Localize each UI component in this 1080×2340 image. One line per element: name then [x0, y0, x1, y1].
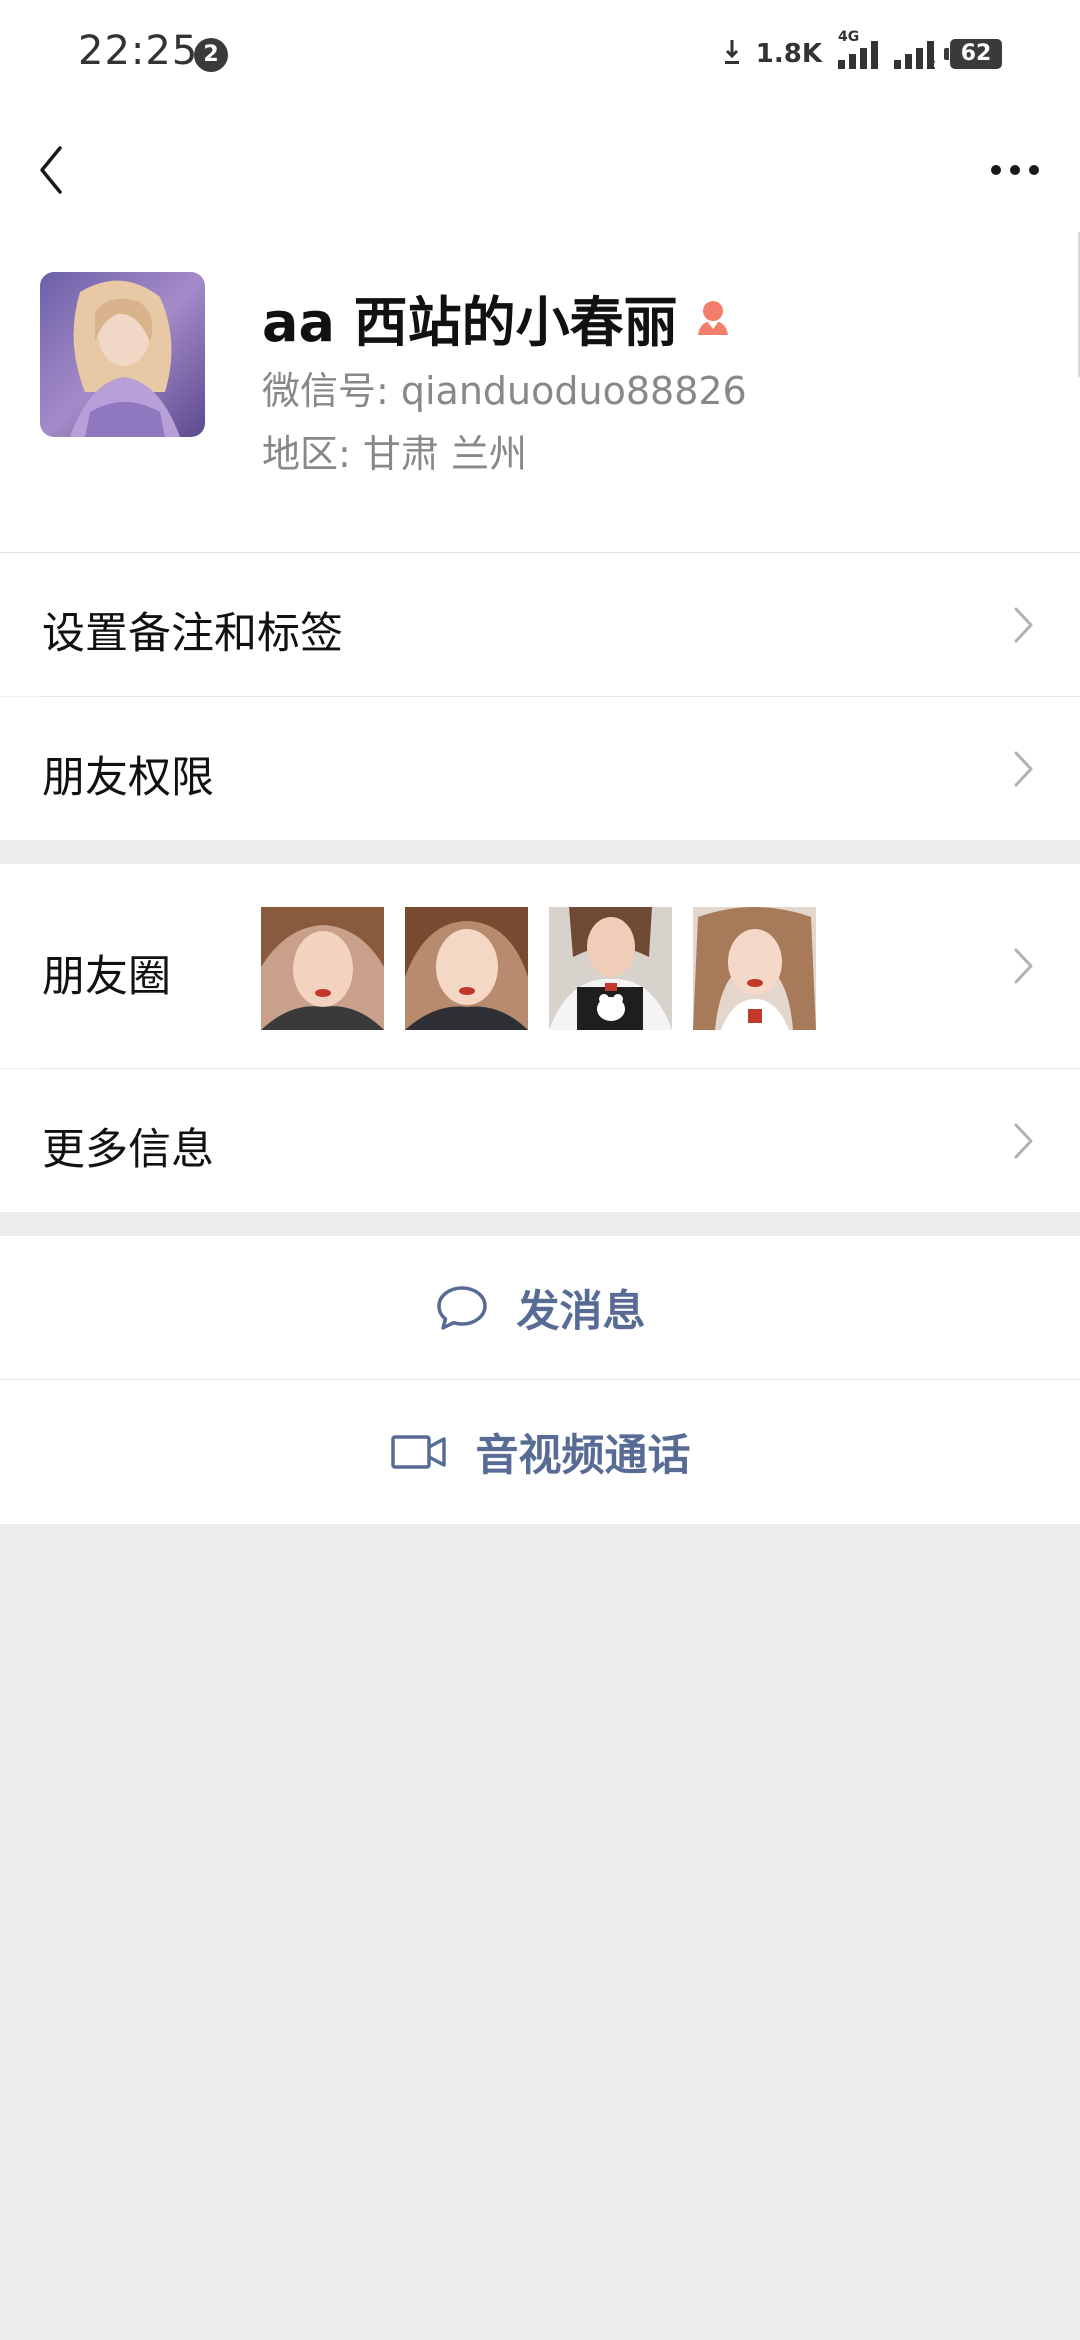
signal-sim2-icon: 2: [894, 39, 936, 73]
video-camera-icon: [390, 1435, 446, 1469]
moments-thumbnails: [261, 907, 816, 1030]
region: 地区: 甘肃 兰州: [262, 432, 527, 476]
notification-badge: 2: [194, 38, 228, 72]
nav-bar: [0, 110, 1080, 230]
send-message-label: 发消息: [516, 1287, 646, 1337]
profile-name-line: aa 西站的小春丽: [262, 278, 734, 357]
chevron-right-icon: [1014, 948, 1033, 984]
network-type: 4G: [838, 29, 860, 45]
female-icon: [697, 300, 728, 335]
remark-tags-label: 设置备注和标签: [42, 609, 343, 659]
more-info-label: 更多信息: [42, 1125, 214, 1175]
moments-thumbnail: [405, 907, 528, 1030]
sim2-label: 2: [926, 57, 936, 73]
more-dots-icon: [991, 165, 1039, 175]
status-indicators: 1.8K 4G 2 62: [724, 29, 1002, 74]
battery-indicator: 62: [944, 39, 1002, 69]
wechat-id: 微信号: qianduoduo88826: [262, 369, 747, 413]
chevron-left-icon: [40, 146, 62, 194]
friend-permissions-row[interactable]: 朋友权限: [0, 697, 1080, 840]
chevron-right-icon: [1014, 751, 1033, 787]
friend-permissions-label: 朋友权限: [42, 753, 214, 803]
avatar[interactable]: [40, 272, 205, 437]
moments-thumbnail: [261, 907, 384, 1030]
moments-row[interactable]: 朋友圈: [0, 864, 1080, 1068]
signal-4g-icon: 4G: [838, 29, 878, 69]
chevron-right-icon: [1014, 607, 1033, 643]
send-message-button[interactable]: 发消息: [0, 1236, 1080, 1380]
moments-thumbnail: [693, 907, 816, 1030]
remark-tags-row[interactable]: 设置备注和标签: [0, 553, 1080, 696]
more-button[interactable]: [980, 140, 1050, 200]
more-info-row[interactable]: 更多信息: [0, 1069, 1080, 1212]
chat-bubble-icon: [436, 1286, 487, 1330]
send-message-content: 发消息: [0, 1236, 1080, 1380]
back-button[interactable]: [30, 140, 90, 200]
moments-label: 朋友圈: [42, 952, 171, 1002]
download-arrow-icon: [724, 38, 740, 70]
status-bar: 22:25 2 1.8K 4G 2 62: [0, 0, 1080, 110]
video-call-content: 音视频通话: [0, 1380, 1080, 1524]
status-time: 22:25: [78, 28, 199, 74]
moments-thumbnail: [549, 907, 672, 1030]
video-call-label: 音视频通话: [475, 1431, 691, 1481]
chevron-right-icon: [1014, 1123, 1033, 1159]
profile-header: aa 西站的小春丽 微信号: qianduoduo88826 地区: 甘肃 兰州: [0, 230, 1080, 553]
video-call-button[interactable]: 音视频通话: [0, 1380, 1080, 1524]
net-speed: 1.8K: [755, 39, 822, 69]
profile-name: aa 西站的小春丽: [262, 291, 678, 354]
